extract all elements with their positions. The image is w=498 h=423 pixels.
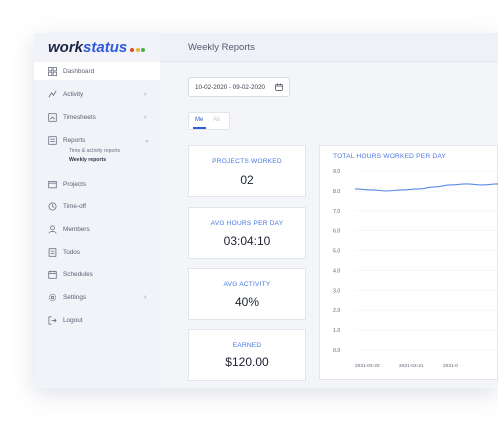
toggle-me-indicator [193,127,206,129]
sidebar-item-label: Timesheets [63,113,96,121]
projects-icon [48,180,57,189]
card-title: PROJECTS WORKED [212,158,282,165]
y-tick-label: 6.0 [333,229,340,235]
card-value: 40% [234,295,260,309]
logo-dot-green [141,48,146,52]
logo-dot-red [130,48,135,52]
sidebar-item-label: Members [63,225,90,233]
sidebar-item-todos[interactable]: Todos [34,243,160,261]
y-tick-label: 5.0 [333,249,340,255]
card-value: 03:04:10 [223,234,271,248]
sidebar-item-label: Projects [63,180,87,188]
x-tick-label: 2021-03-20 [355,363,380,369]
todos-icon [48,247,57,257]
sidebar-item-label: Activity [63,90,84,98]
reports-icon [48,135,57,145]
earned-card: EARNED $120.00 [188,329,306,381]
sidebar-item-dashboard[interactable]: Dashboard [34,62,160,80]
chevron-right-icon: › [144,90,147,98]
sidebar-item-label: Todos [63,248,81,256]
logout-icon [48,316,57,325]
sidebar-subitem-weekly-reports[interactable]: Weekly reports [69,157,106,163]
card-value: 02 [240,173,254,187]
sidebar-item-settings[interactable]: Settings › [34,288,160,306]
x-tick-label: 2021-0 [443,363,458,369]
x-tick-label: 2021-03-21 [399,363,424,369]
chevron-right-icon: › [144,113,147,121]
hours-series-line [354,183,498,192]
me-all-toggle: Me All [188,112,230,130]
settings-icon [48,293,57,302]
y-tick-label: 4.0 [333,268,340,274]
toggle-me[interactable]: Me [195,117,203,123]
date-range-value: 10-02-2020 - 09-02-2020 [195,83,266,91]
card-title: AVG HOURS PER DAY [210,220,284,227]
toggle-all[interactable]: All [213,117,220,123]
sidebar-item-label: Logout [63,316,83,324]
page-title: Weekly Reports [188,42,255,53]
card-title: AVG ACTIVITY [223,281,271,288]
activity-icon [48,90,57,99]
sidebar-item-schedules[interactable]: Schedules [34,265,160,283]
card-title: EARNED [232,342,262,349]
projects-worked-card: PROJECTS WORKED 02 [188,145,306,197]
schedules-icon [48,270,57,279]
avg-activity-card: AVG ACTIVITY 40% [188,268,306,320]
sidebar-item-logout[interactable]: Logout [34,311,160,329]
logo[interactable]: work status [48,36,146,58]
sidebar-item-label: Time-off [63,202,87,210]
y-tick-label: 2.0 [333,308,340,314]
members-icon [48,225,57,234]
sidebar-item-members[interactable]: Members [34,220,160,238]
timesheet-icon [48,112,57,122]
y-tick-label: 7.0 [333,209,340,215]
sidebar-item-reports[interactable]: Reports ⌄ [34,131,160,149]
logo-dot-yellow [135,48,140,52]
y-tick-label: 0.0 [333,348,340,354]
sidebar-item-timesheets[interactable]: Timesheets › [34,108,160,126]
y-tick-label: 8.0 [333,189,340,195]
card-value: $120.00 [225,355,269,369]
sidebar-item-projects[interactable]: Projects [34,175,160,193]
y-tick-label: 3.0 [333,288,340,294]
sidebar-subitem-time-activity-reports[interactable]: Time & activity reports [69,148,120,154]
sidebar-item-activity[interactable]: Activity › [34,85,160,103]
calendar-icon [275,83,283,91]
dashboard-icon [48,66,57,76]
sidebar-item-label: Reports [63,136,86,144]
y-tick-label: 9.0 [333,169,340,175]
sidebar-item-time-off[interactable]: Time-off [34,197,160,215]
date-range-picker[interactable]: 10-02-2020 - 09-02-2020 [188,77,290,97]
sidebar-item-label: Schedules [63,270,93,278]
hours-line-chart: 9.0 8.0 7.0 6.0 5.0 4.0 3.0 2.0 1.0 0.0 2021-03-20… [333,169,498,369]
chevron-down-icon: ⌄ [144,137,150,144]
timeoff-icon [48,202,57,211]
avg-hours-card: AVG HOURS PER DAY 03:04:10 [188,207,306,259]
chevron-right-icon: › [144,293,147,301]
y-tick-label: 1.0 [333,328,340,334]
sidebar-item-label: Settings [63,293,87,301]
sidebar-item-label: Dashboard [63,67,95,75]
